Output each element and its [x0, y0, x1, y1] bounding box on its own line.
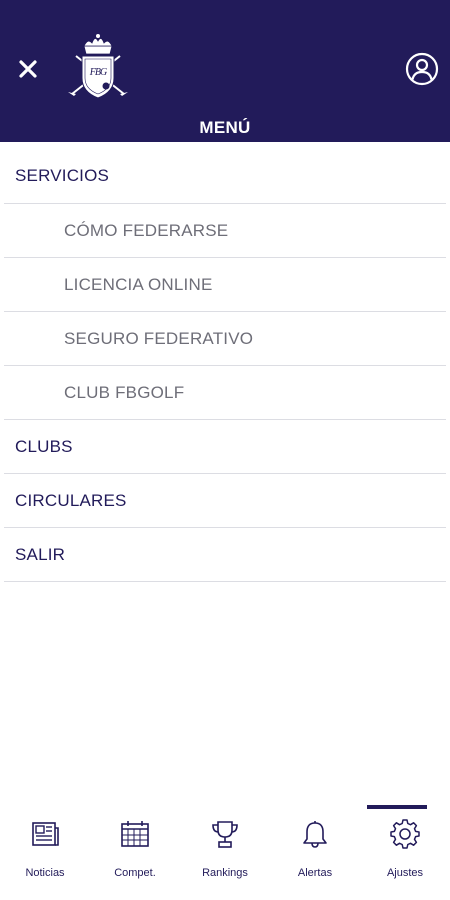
menu-item-licencia-online[interactable]: LICENCIA ONLINE [4, 258, 446, 312]
app-header: FBG MENÚ [0, 0, 450, 142]
menu-title: MENÚ [199, 118, 251, 137]
menu-item-label: CIRCULARES [15, 490, 127, 510]
federation-logo: FBG [66, 32, 130, 102]
menu-item-label: CLUBS [15, 436, 73, 456]
menu-item-seguro-federativo[interactable]: SEGURO FEDERATIVO [4, 312, 446, 366]
bottom-tab-bar: Noticias Compet. Rankings Alertas Ajuste… [0, 800, 450, 900]
tab-noticias[interactable]: Noticias [0, 800, 90, 900]
menu-item-club-fbgolf[interactable]: CLUB FBGOLF [4, 366, 446, 420]
bell-icon [303, 821, 327, 848]
logo-letters: FBG [89, 67, 107, 78]
menu-item-label: SERVICIOS [15, 165, 110, 185]
menu-item-salir[interactable]: SALIR [4, 528, 446, 582]
calendar-icon [121, 821, 149, 847]
tab-rankings[interactable]: Rankings [180, 800, 270, 900]
tab-label: Compet. [114, 867, 156, 879]
close-icon [19, 60, 37, 78]
trophy-icon [212, 821, 238, 848]
menu-list: SERVICIOS CÓMO FEDERARSE LICENCIA ONLINE… [0, 148, 450, 582]
menu-item-circulares[interactable]: CIRCULARES [4, 474, 446, 528]
tab-ajustes[interactable]: Ajustes [360, 800, 450, 900]
tab-label: Rankings [202, 867, 248, 879]
close-menu-button[interactable] [14, 55, 42, 83]
profile-button[interactable] [404, 51, 440, 87]
menu-item-label: SALIR [15, 544, 66, 564]
newspaper-icon [32, 822, 59, 846]
tab-label: Noticias [25, 867, 65, 879]
menu-item-servicios[interactable]: SERVICIOS [4, 148, 446, 204]
menu-item-label: CÓMO FEDERARSE [64, 220, 229, 240]
menu-item-label: SEGURO FEDERATIVO [64, 328, 254, 348]
menu-item-clubs[interactable]: CLUBS [4, 420, 446, 474]
menu-item-como-federarse[interactable]: CÓMO FEDERARSE [4, 204, 446, 258]
tab-compet[interactable]: Compet. [90, 800, 180, 900]
user-profile-icon [405, 52, 439, 86]
menu-item-label: CLUB FBGOLF [64, 382, 185, 402]
menu-item-label: LICENCIA ONLINE [64, 274, 213, 294]
active-tab-indicator [367, 805, 427, 809]
tab-label: Ajustes [386, 867, 424, 879]
tab-label: Alertas [297, 867, 333, 879]
gear-icon [390, 819, 420, 849]
tab-alertas[interactable]: Alertas [270, 800, 360, 900]
